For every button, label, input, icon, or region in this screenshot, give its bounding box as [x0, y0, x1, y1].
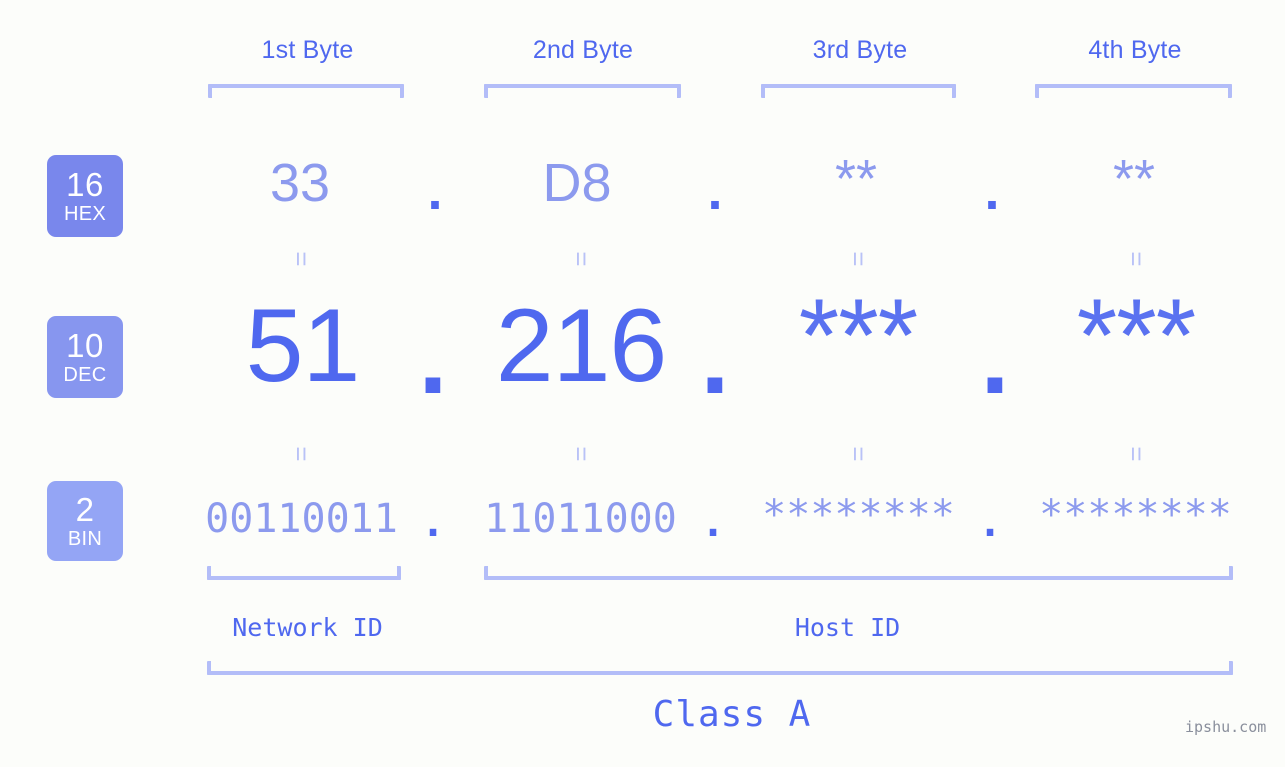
byte-bracket-4	[1035, 84, 1232, 98]
equals-hex-dec-3: =	[843, 251, 874, 266]
hex-byte-2: D8	[542, 153, 612, 213]
host-id-bracket	[484, 566, 1233, 580]
hex-byte-4: **	[1112, 149, 1156, 209]
byte-bracket-1	[208, 84, 404, 98]
dec-separator-1: .	[418, 300, 448, 416]
bin-byte-4: ********	[1039, 492, 1232, 538]
dec-byte-3: ***	[798, 278, 918, 394]
host-id-label: Host ID	[794, 613, 901, 642]
equals-dec-bin-2: =	[566, 446, 597, 461]
base-badge-bin-number: 2	[75, 491, 95, 528]
dec-separator-3: .	[980, 300, 1010, 416]
base-badge-hex-name: HEX	[63, 203, 107, 225]
hex-separator-2: .	[707, 161, 723, 221]
dec-separator-2: .	[700, 300, 730, 416]
hex-byte-3: **	[834, 149, 878, 209]
class-bracket	[207, 661, 1233, 675]
bin-byte-3: ********	[762, 492, 955, 538]
bin-separator-1: .	[420, 500, 446, 546]
byte-bracket-3	[761, 84, 956, 98]
hex-separator-3: .	[984, 161, 1000, 221]
equals-dec-bin-3: =	[843, 446, 874, 461]
class-label: Class A	[652, 694, 812, 735]
ip-address-breakdown-diagram: 1st Byte 2nd Byte 3rd Byte 4th Byte 16 H…	[0, 0, 1285, 767]
base-badge-dec: 10 DEC	[47, 316, 123, 398]
hex-separator-1: .	[427, 161, 443, 221]
byte-bracket-2	[484, 84, 681, 98]
byte-header-1: 1st Byte	[261, 36, 354, 64]
equals-dec-bin-1: =	[286, 446, 317, 461]
network-id-bracket	[207, 566, 401, 580]
equals-hex-dec-1: =	[286, 251, 317, 266]
base-badge-bin-name: BIN	[67, 528, 103, 550]
dec-byte-2: 216	[495, 288, 668, 404]
equals-hex-dec-2: =	[566, 251, 597, 266]
equals-dec-bin-4: =	[1121, 446, 1152, 461]
hex-byte-1: 33	[269, 153, 331, 213]
byte-header-4: 4th Byte	[1088, 36, 1182, 64]
bin-separator-2: .	[700, 500, 726, 546]
bin-byte-2: 11011000	[484, 496, 677, 542]
base-badge-dec-name: DEC	[63, 364, 107, 386]
byte-header-3: 3rd Byte	[812, 36, 908, 64]
base-badge-bin: 2 BIN	[47, 481, 123, 561]
base-badge-dec-number: 10	[66, 327, 104, 364]
base-badge-hex: 16 HEX	[47, 155, 123, 237]
network-id-label: Network ID	[232, 613, 383, 642]
base-badge-hex-number: 16	[66, 166, 104, 203]
bin-separator-3: .	[977, 500, 1003, 546]
dec-byte-4: ***	[1076, 278, 1196, 394]
dec-byte-1: 51	[245, 288, 361, 404]
byte-header-2: 2nd Byte	[532, 36, 634, 64]
bin-byte-1: 00110011	[205, 496, 398, 542]
site-watermark: ipshu.com	[1185, 718, 1267, 736]
equals-hex-dec-4: =	[1121, 251, 1152, 266]
